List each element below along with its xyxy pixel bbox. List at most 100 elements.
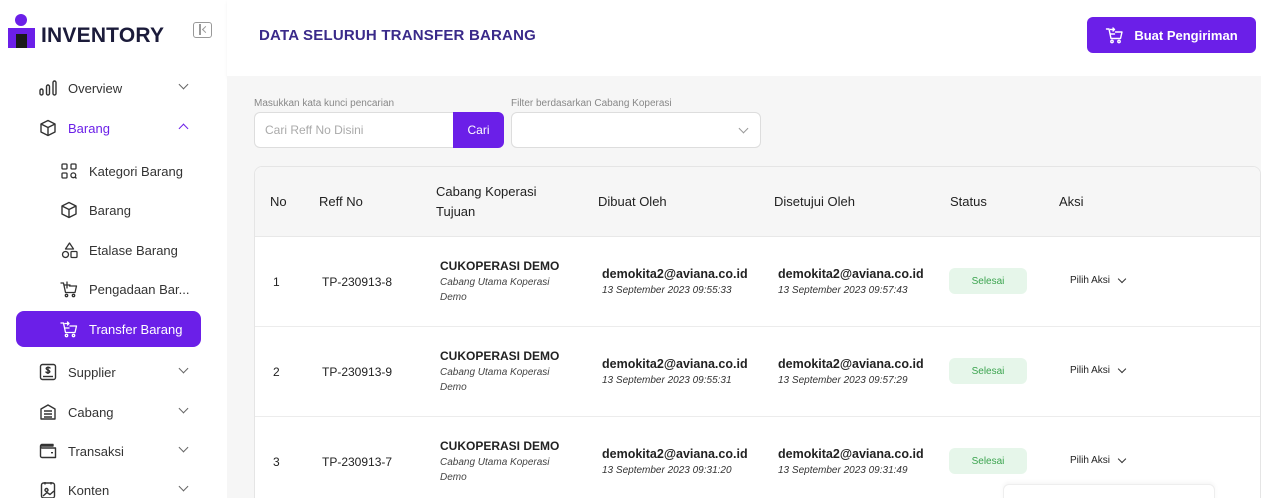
category-grid-icon	[59, 161, 79, 181]
cell-no: 3	[273, 454, 280, 469]
dibuat-timestamp: 13 September 2023 09:31:20	[602, 465, 732, 476]
top-header: DATA SELURUH TRANSFER BARANG Buat Pengir…	[227, 0, 1261, 76]
disetujui-timestamp: 13 September 2023 09:57:29	[778, 375, 908, 386]
sidebar-item-label: Etalase Barang	[89, 242, 178, 258]
sidebar-collapse-icon[interactable]	[193, 22, 212, 38]
supplier-dollar-icon	[38, 362, 58, 382]
sidebar-item-label: Transfer Barang	[89, 321, 183, 337]
transfer-table: No Reff No Cabang Koperasi Tujuan Dibuat…	[254, 166, 1261, 498]
status-badge: Selesai	[949, 358, 1027, 384]
cabang-name: CUKOPERASI DEMO	[440, 348, 560, 363]
sidebar-item-label: Barang	[68, 120, 110, 136]
cart-transfer-icon	[1105, 26, 1124, 44]
cabang-subtitle: Cabang Utama Koperasi Demo	[440, 456, 550, 483]
pilih-aksi-dropdown[interactable]: Pilih Aksi	[1070, 364, 1127, 376]
brand-name: INVENTORY	[41, 24, 165, 47]
cabang-subtitle: Cabang Utama Koperasi Demo	[440, 276, 550, 303]
cabang-filter-select[interactable]	[511, 112, 761, 148]
sidebar-item-label: Kategori Barang	[89, 163, 183, 179]
dibuat-email: demokita2@aviana.co.id	[602, 267, 748, 281]
sidebar-item-cabang[interactable]: Cabang	[16, 394, 201, 430]
box-icon	[38, 118, 58, 138]
inventory-logo-icon	[8, 14, 35, 48]
wallet-icon	[38, 441, 58, 461]
cari-button[interactable]: Cari	[453, 112, 504, 148]
chevron-down-icon	[178, 403, 189, 414]
dibuat-email: demokita2@aviana.co.id	[602, 447, 748, 461]
chevron-down-icon	[178, 79, 189, 90]
cell-dibuat-oleh: demokita2@aviana.co.id 13 September 2023…	[602, 237, 748, 326]
bar-chart-icon	[38, 78, 58, 98]
brand[interactable]: INVENTORY	[8, 14, 164, 48]
buat-pengiriman-button[interactable]: Buat Pengiriman	[1087, 17, 1256, 53]
cabang-name: CUKOPERASI DEMO	[440, 438, 560, 453]
cabang-name: CUKOPERASI DEMO	[440, 258, 560, 273]
column-header-cabang: Cabang Koperasi Tujuan	[436, 167, 536, 237]
pilih-aksi-label: Pilih Aksi	[1070, 455, 1111, 466]
table-row: 2 TP-230913-9 CUKOPERASI DEMO Cabang Uta…	[255, 327, 1260, 417]
chevron-down-icon	[178, 363, 189, 374]
cell-cabang: CUKOPERASI DEMO Cabang Utama Koperasi De…	[440, 417, 570, 498]
column-header-cabang-line1: Cabang Koperasi	[436, 184, 537, 199]
dibuat-timestamp: 13 September 2023 09:55:33	[602, 285, 732, 296]
pilih-aksi-label: Pilih Aksi	[1070, 275, 1111, 286]
cell-no: 1	[273, 274, 280, 289]
status-badge: Selesai	[949, 448, 1027, 474]
pilih-aksi-label: Pilih Aksi	[1070, 365, 1111, 376]
sidebar-item-label: Pengadaan Bar...	[89, 281, 190, 297]
pilih-aksi-dropdown[interactable]: Pilih Aksi	[1070, 274, 1127, 286]
sidebar-item-pengadaan-barang[interactable]: Pengadaan Bar...	[16, 271, 201, 307]
cell-disetujui-oleh: demokita2@aviana.co.id 13 September 2023…	[778, 237, 924, 326]
cell-dibuat-oleh: demokita2@aviana.co.id 13 September 2023…	[602, 417, 748, 498]
table-row: 1 TP-230913-8 CUKOPERASI DEMO Cabang Uta…	[255, 237, 1260, 327]
status-badge: Selesai	[949, 268, 1027, 294]
chevron-down-icon	[178, 481, 189, 492]
disetujui-timestamp: 13 September 2023 09:57:43	[778, 285, 908, 296]
sidebar-item-overview[interactable]: Overview	[16, 70, 201, 106]
chevron-up-icon	[178, 123, 189, 134]
dibuat-email: demokita2@aviana.co.id	[602, 357, 748, 371]
sidebar-item-barang[interactable]: Barang	[16, 110, 201, 146]
disetujui-email: demokita2@aviana.co.id	[778, 357, 924, 371]
sidebar: INVENTORY Overview Barang Kategori Baran…	[0, 0, 227, 498]
cell-cabang: CUKOPERASI DEMO Cabang Utama Koperasi De…	[440, 327, 570, 416]
cell-reff-no: TP-230913-7	[322, 454, 393, 469]
dropdown-menu-edge	[1003, 484, 1215, 498]
content-document-icon	[38, 480, 58, 498]
cell-disetujui-oleh: demokita2@aviana.co.id 13 September 2023…	[778, 327, 924, 416]
cell-no: 2	[273, 364, 280, 379]
column-header-dibuat-oleh: Dibuat Oleh	[598, 194, 667, 209]
search-label: Masukkan kata kunci pencarian	[254, 98, 395, 109]
column-header-cabang-line2: Tujuan	[436, 204, 476, 219]
table-header: No Reff No Cabang Koperasi Tujuan Dibuat…	[255, 167, 1260, 237]
chevron-down-icon	[178, 442, 189, 453]
chevron-down-icon	[1117, 274, 1127, 284]
sidebar-item-transfer-barang[interactable]: Transfer Barang	[16, 311, 201, 347]
box-icon	[59, 200, 79, 220]
sidebar-item-barang-sub[interactable]: Barang	[16, 192, 201, 228]
chevron-down-icon	[738, 123, 749, 134]
column-header-aksi: Aksi	[1059, 194, 1084, 209]
disetujui-email: demokita2@aviana.co.id	[778, 447, 924, 461]
cabang-subtitle: Cabang Utama Koperasi Demo	[440, 366, 550, 393]
cart-plus-icon	[59, 279, 79, 299]
sidebar-item-supplier[interactable]: Supplier	[16, 354, 201, 390]
sidebar-item-etalase-barang[interactable]: Etalase Barang	[16, 232, 201, 268]
sidebar-item-label: Supplier	[68, 364, 116, 380]
filter-label: Filter berdasarkan Cabang Koperasi	[511, 98, 672, 109]
column-header-no: No	[270, 194, 287, 209]
pilih-aksi-dropdown[interactable]: Pilih Aksi	[1070, 454, 1127, 466]
sidebar-item-label: Overview	[68, 80, 123, 96]
sidebar-item-label: Konten	[68, 482, 110, 498]
sidebar-item-konten[interactable]: Konten	[16, 472, 201, 498]
shapes-icon	[59, 240, 79, 260]
cell-reff-no: TP-230913-9	[322, 364, 393, 379]
cell-disetujui-oleh: demokita2@aviana.co.id 13 September 2023…	[778, 417, 924, 498]
sidebar-item-kategori-barang[interactable]: Kategori Barang	[16, 153, 201, 189]
column-header-reff-no: Reff No	[319, 194, 363, 209]
dibuat-timestamp: 13 September 2023 09:55:31	[602, 375, 732, 386]
column-header-status: Status	[950, 194, 987, 209]
search-input[interactable]	[254, 112, 454, 148]
sidebar-item-transaksi[interactable]: Transaksi	[16, 433, 201, 469]
chevron-down-icon	[1117, 364, 1127, 374]
